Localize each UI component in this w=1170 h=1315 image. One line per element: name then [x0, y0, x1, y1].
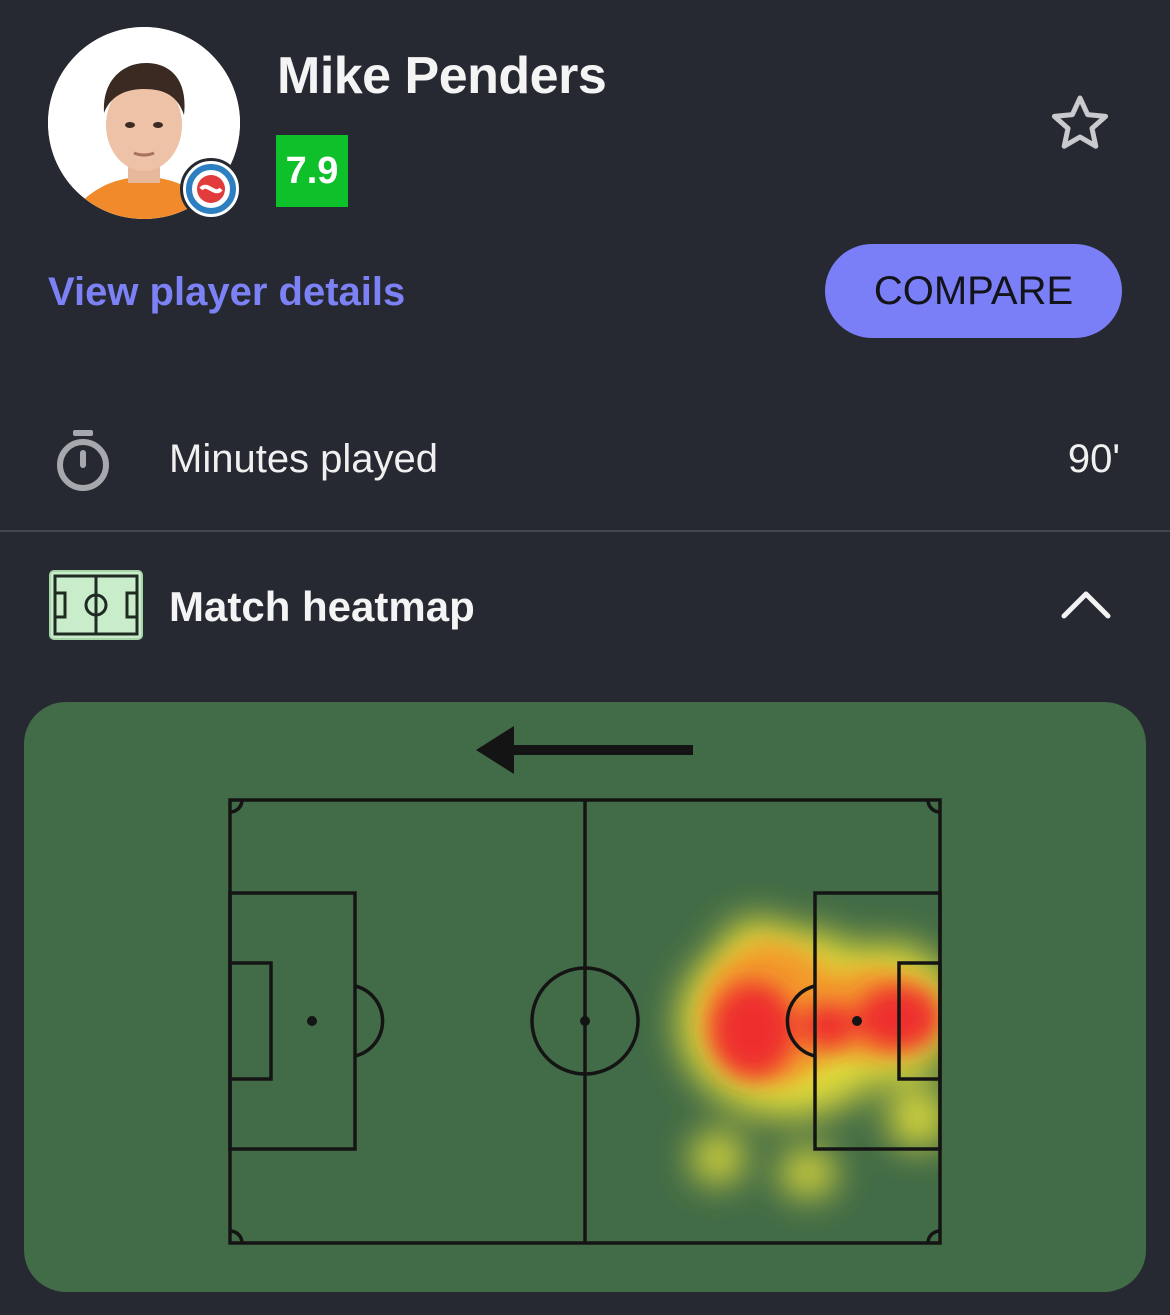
stat-value: 90' [1067, 437, 1120, 481]
attack-direction-arrow-icon [476, 722, 696, 778]
view-player-details-link[interactable]: View player details [48, 268, 405, 316]
star-outline-icon [1051, 95, 1109, 149]
section-title: Match heatmap [169, 583, 475, 630]
chevron-up-icon [1061, 591, 1111, 619]
rating-badge: 7.9 [276, 135, 348, 207]
heatmap-pitch [228, 798, 942, 1245]
pitch-icon [48, 569, 144, 641]
heatmap-overlay [678, 918, 942, 1197]
team-badge [180, 158, 242, 220]
stopwatch-icon [52, 428, 114, 492]
favorite-button[interactable] [1048, 92, 1112, 156]
rc-strasbourg-crest-icon [185, 163, 237, 215]
player-name: Mike Penders [277, 47, 607, 105]
compare-button[interactable]: COMPARE [825, 244, 1122, 338]
collapse-toggle[interactable] [1056, 580, 1116, 626]
divider [0, 530, 1170, 532]
stat-label: Minutes played [169, 437, 439, 481]
